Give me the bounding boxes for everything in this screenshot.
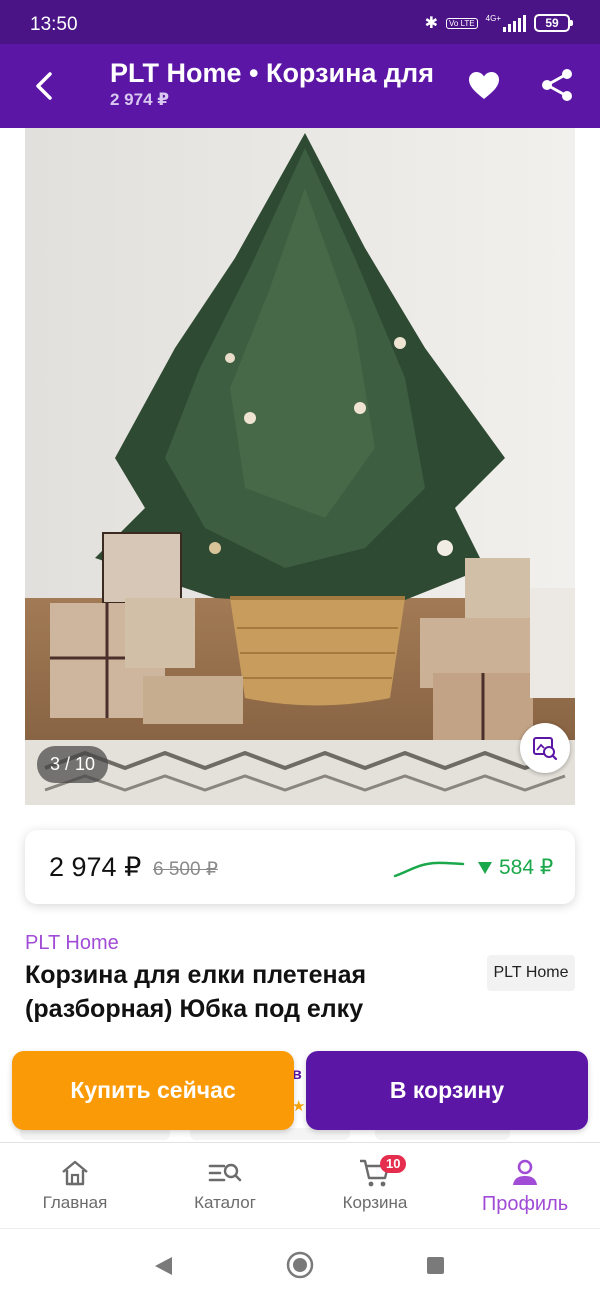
home-icon: [5, 1153, 145, 1193]
share-icon[interactable]: [538, 66, 576, 104]
top-app-bar: PLT Home • Корзина для елки плетеная (ра…: [0, 44, 600, 128]
old-price: 6 500 ₽: [153, 859, 218, 880]
product-name: Корзина для елки плетеная (разборная) Юб…: [25, 961, 367, 1023]
price-trend-sparkline: [393, 861, 465, 878]
volte-icon: Vo LTE: [446, 17, 478, 29]
cart-icon: 10: [305, 1153, 445, 1193]
buy-now-button[interactable]: Купить сейчас: [12, 1051, 294, 1130]
seller-logo-badge[interactable]: PLT Home: [487, 955, 575, 991]
nav-item-profile[interactable]: Профиль: [455, 1153, 595, 1216]
nav-item-home[interactable]: Главная: [5, 1153, 145, 1213]
nav-label-profile: Профиль: [481, 1193, 569, 1215]
add-to-cart-button[interactable]: В корзину: [306, 1051, 588, 1130]
current-price: 2 974 ₽: [49, 852, 142, 882]
system-back-icon[interactable]: [152, 1255, 174, 1277]
catalog-search-icon: [155, 1153, 295, 1193]
network-type: 4G+: [485, 13, 501, 23]
profile-icon: [455, 1153, 595, 1193]
header-title-block: PLT Home • Корзина для елки плетеная (ра…: [110, 58, 440, 110]
nav-item-catalog[interactable]: Каталог: [155, 1153, 295, 1213]
nav-label-cart: Корзина: [342, 1193, 408, 1212]
price-drop: 584 ₽: [477, 855, 553, 880]
cart-badge: 10: [380, 1155, 407, 1173]
signal-icon: [503, 14, 526, 32]
system-navigation-bar: [0, 1228, 600, 1299]
bluetooth-icon: ✱: [424, 15, 438, 32]
price-drop-amount: 584 ₽: [499, 856, 554, 879]
price-card[interactable]: 2 974 ₽ 6 500 ₽ 584 ₽: [25, 830, 575, 904]
nav-label-catalog: Каталог: [194, 1193, 256, 1212]
brand-link[interactable]: PLT Home: [25, 932, 119, 955]
header-price: 2 974 ₽: [110, 90, 170, 109]
system-recents-icon[interactable]: [427, 1257, 444, 1274]
status-bar: 13:50 ✱ Vo LTE 4G+ 59: [0, 0, 600, 44]
image-search-icon[interactable]: [520, 723, 570, 773]
page-title: PLT Home • Корзина для елки плетеная (ра…: [110, 58, 440, 88]
image-counter: 3 / 10: [37, 746, 109, 783]
heart-icon[interactable]: [466, 68, 502, 104]
battery-level: 59: [545, 16, 559, 30]
product-image-gallery[interactable]: 3 / 10: [25, 128, 575, 805]
triangle-down-icon: [478, 861, 492, 874]
battery-icon: 59: [534, 14, 573, 32]
bottom-navigation: Главная Каталог 10 Корзина Профиль: [0, 1142, 600, 1228]
product-photo-christmas-tree: [25, 128, 575, 805]
nav-item-cart[interactable]: 10 Корзина: [305, 1153, 445, 1213]
status-time: 13:50: [30, 14, 78, 35]
star-icon: ★: [292, 1098, 306, 1115]
system-home-icon[interactable]: [286, 1251, 314, 1279]
nav-label-home: Главная: [42, 1193, 108, 1212]
arrow-left-icon[interactable]: [26, 66, 66, 106]
status-icons: ✱ Vo LTE 4G+ 59: [424, 13, 573, 33]
